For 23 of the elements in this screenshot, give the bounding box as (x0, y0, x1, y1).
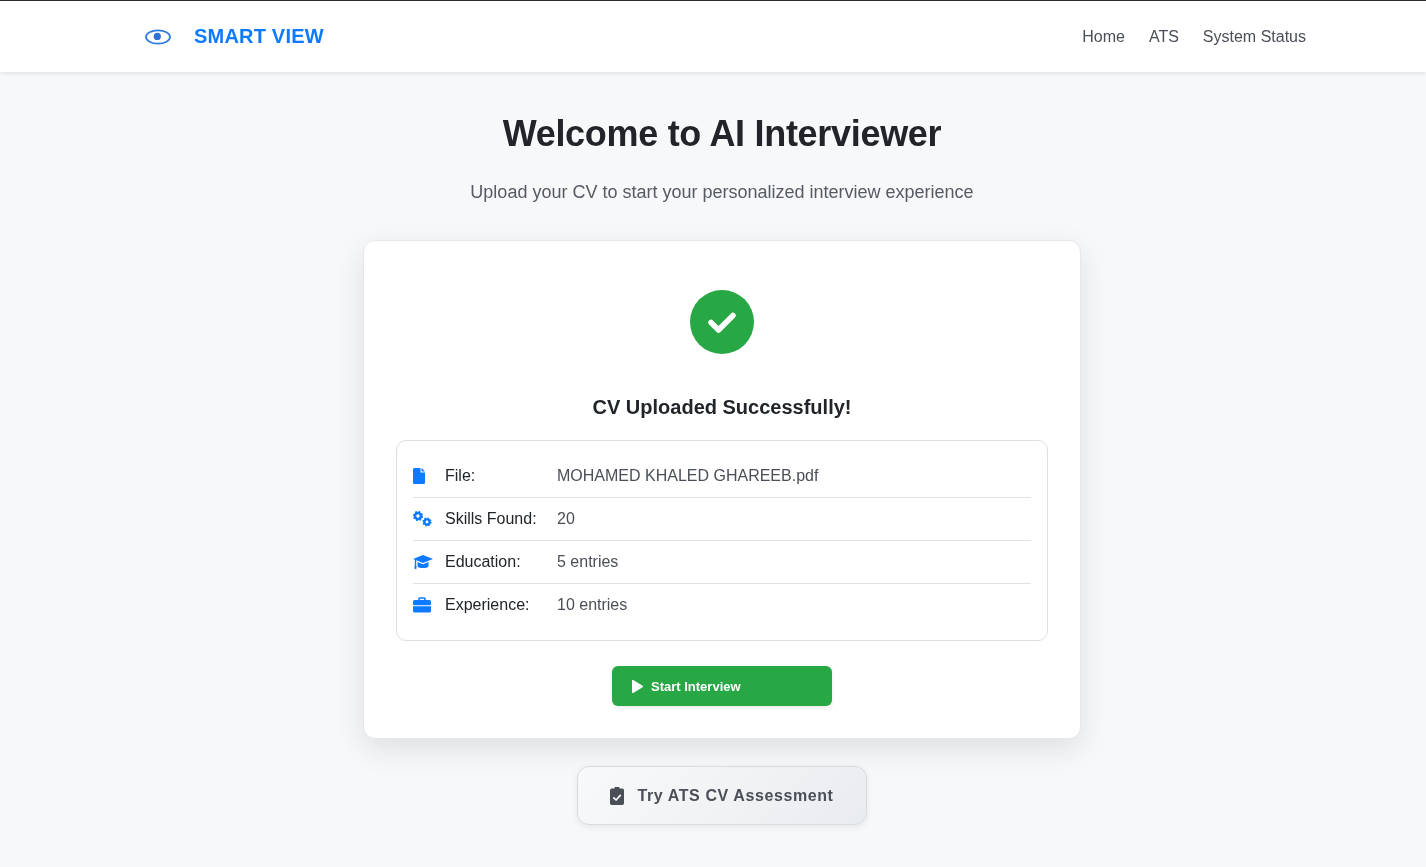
page-title: Welcome to AI Interviewer (502, 112, 942, 156)
detail-label: Education: (445, 553, 522, 571)
page-subtitle: Upload your CV to start your personalized interview experience (470, 181, 974, 204)
briefcase-icon (413, 597, 431, 613)
detail-value: MOHAMED KHALED GHAREEB.pdf (557, 467, 819, 485)
brand-link[interactable]: SMART VIEW (194, 25, 324, 48)
detail-value: 5 entries (557, 553, 619, 571)
upload-status-heading: CV Uploaded Successfully! (592, 395, 852, 420)
gears-icon (413, 511, 433, 527)
detail-label: Experience: (445, 596, 531, 614)
ats-assessment-button[interactable]: Try ATS CV Assessment (577, 766, 867, 825)
detail-label: File: (445, 467, 477, 485)
nav-link[interactable]: Home (1082, 27, 1125, 46)
clipboard-check-icon (610, 786, 625, 805)
nav-link[interactable]: ATS (1148, 27, 1179, 46)
detail-value: 20 (557, 510, 575, 528)
nav-link[interactable]: System Status (1202, 27, 1306, 46)
eye-icon (145, 28, 171, 45)
play-icon (632, 679, 643, 693)
file-icon (413, 468, 425, 484)
graduation-cap-icon (413, 554, 433, 570)
detail-label: Skills Found: (445, 510, 538, 528)
detail-value: 10 entries (557, 596, 628, 614)
